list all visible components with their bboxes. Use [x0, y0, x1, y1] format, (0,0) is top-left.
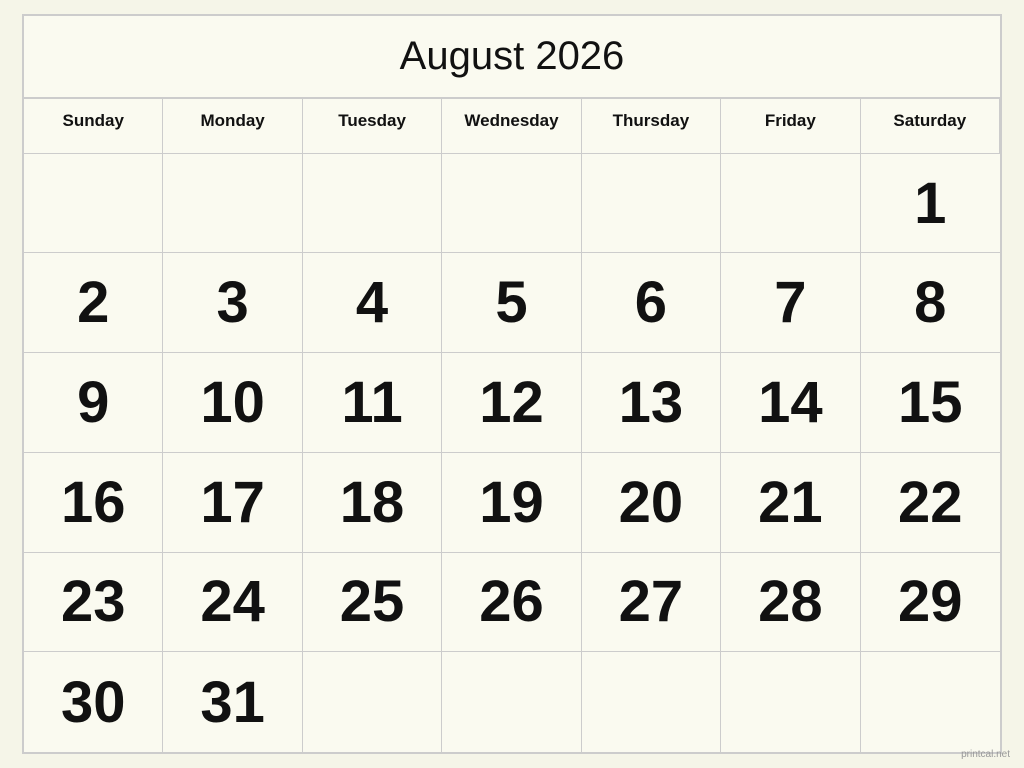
day-cell-empty[interactable] [861, 652, 1000, 752]
day-cell-18[interactable]: 18 [303, 453, 442, 553]
day-cell-17[interactable]: 17 [163, 453, 302, 553]
day-cell-20[interactable]: 20 [582, 453, 721, 553]
day-cell-1[interactable]: 1 [861, 154, 1000, 254]
day-header-tuesday: Tuesday [303, 99, 442, 154]
day-cell-empty[interactable] [582, 154, 721, 254]
day-cell-empty[interactable] [303, 154, 442, 254]
day-header-saturday: Saturday [861, 99, 1000, 154]
day-cell-26[interactable]: 26 [442, 553, 581, 653]
day-cell-22[interactable]: 22 [861, 453, 1000, 553]
day-cell-8[interactable]: 8 [861, 253, 1000, 353]
day-cell-2[interactable]: 2 [24, 253, 163, 353]
day-cell-3[interactable]: 3 [163, 253, 302, 353]
day-cell-empty[interactable] [442, 652, 581, 752]
day-cell-21[interactable]: 21 [721, 453, 860, 553]
day-cell-empty[interactable] [24, 154, 163, 254]
day-cell-4[interactable]: 4 [303, 253, 442, 353]
calendar: August 2026 SundayMondayTuesdayWednesday… [22, 14, 1002, 754]
day-cell-14[interactable]: 14 [721, 353, 860, 453]
day-cell-empty[interactable] [721, 652, 860, 752]
day-cell-24[interactable]: 24 [163, 553, 302, 653]
day-header-thursday: Thursday [582, 99, 721, 154]
day-cell-29[interactable]: 29 [861, 553, 1000, 653]
day-cell-15[interactable]: 15 [861, 353, 1000, 453]
day-cell-empty[interactable] [721, 154, 860, 254]
day-header-wednesday: Wednesday [442, 99, 581, 154]
day-cell-11[interactable]: 11 [303, 353, 442, 453]
day-cell-empty[interactable] [582, 652, 721, 752]
day-cell-30[interactable]: 30 [24, 652, 163, 752]
day-cell-16[interactable]: 16 [24, 453, 163, 553]
day-cell-7[interactable]: 7 [721, 253, 860, 353]
watermark: printcal.net [961, 749, 1010, 760]
day-cell-28[interactable]: 28 [721, 553, 860, 653]
day-cell-6[interactable]: 6 [582, 253, 721, 353]
day-cell-10[interactable]: 10 [163, 353, 302, 453]
day-header-monday: Monday [163, 99, 302, 154]
day-cell-31[interactable]: 31 [163, 652, 302, 752]
calendar-grid: SundayMondayTuesdayWednesdayThursdayFrid… [24, 99, 1000, 752]
day-cell-12[interactable]: 12 [442, 353, 581, 453]
day-cell-empty[interactable] [442, 154, 581, 254]
day-cell-empty[interactable] [303, 652, 442, 752]
day-cell-27[interactable]: 27 [582, 553, 721, 653]
day-cell-13[interactable]: 13 [582, 353, 721, 453]
day-cell-5[interactable]: 5 [442, 253, 581, 353]
calendar-title: August 2026 [24, 16, 1000, 99]
day-cell-19[interactable]: 19 [442, 453, 581, 553]
day-header-friday: Friday [721, 99, 860, 154]
day-cell-25[interactable]: 25 [303, 553, 442, 653]
day-header-sunday: Sunday [24, 99, 163, 154]
day-cell-23[interactable]: 23 [24, 553, 163, 653]
day-cell-9[interactable]: 9 [24, 353, 163, 453]
day-cell-empty[interactable] [163, 154, 302, 254]
